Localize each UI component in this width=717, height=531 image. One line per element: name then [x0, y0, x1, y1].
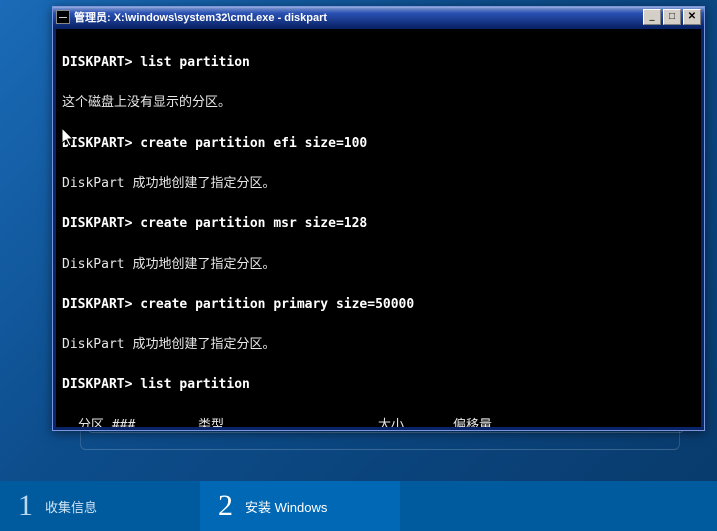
step-bar: 1 收集信息 2 安装 Windows — [0, 481, 717, 531]
step-collect-info[interactable]: 1 收集信息 — [0, 481, 200, 531]
step-install-windows[interactable]: 2 安装 Windows — [200, 481, 400, 531]
cmd-window: 管理员: X:\windows\system32\cmd.exe - diskp… — [52, 6, 705, 431]
prompt: DISKPART> — [62, 377, 132, 392]
step-number: 1 — [18, 489, 33, 523]
prompt: DISKPART> — [62, 216, 132, 231]
prompt: DISKPART> — [62, 55, 132, 70]
cmd: create partition primary size=50000 — [140, 297, 414, 312]
close-button[interactable]: ✕ — [683, 9, 701, 25]
console-output[interactable]: DISKPART> list partition 这个磁盘上没有显示的分区。 D… — [56, 29, 701, 427]
cmd-icon — [56, 10, 70, 24]
msg: DiskPart 成功地创建了指定分区。 — [62, 176, 275, 191]
cmd: list partition — [140, 377, 250, 392]
step-number: 2 — [218, 489, 233, 523]
prompt: DISKPART> — [62, 136, 132, 151]
window-title: 管理员: X:\windows\system32\cmd.exe - diskp… — [74, 9, 643, 25]
cmd: list partition — [140, 55, 250, 70]
partition-table-header: 分区 ###类型大小偏移量 — [62, 416, 695, 427]
minimize-button[interactable]: _ — [643, 9, 661, 25]
titlebar[interactable]: 管理员: X:\windows\system32\cmd.exe - diskp… — [53, 7, 704, 27]
step-label: 收集信息 — [45, 497, 97, 516]
msg: DiskPart 成功地创建了指定分区。 — [62, 257, 275, 272]
maximize-button[interactable]: □ — [663, 9, 681, 25]
prompt: DISKPART> — [62, 297, 132, 312]
msg: 这个磁盘上没有显示的分区。 — [62, 95, 231, 110]
window-controls: _ □ ✕ — [643, 9, 701, 25]
cmd: create partition msr size=128 — [140, 216, 367, 231]
cmd: create partition efi size=100 — [140, 136, 367, 151]
msg: DiskPart 成功地创建了指定分区。 — [62, 337, 275, 352]
step-label: 安装 Windows — [245, 497, 327, 516]
